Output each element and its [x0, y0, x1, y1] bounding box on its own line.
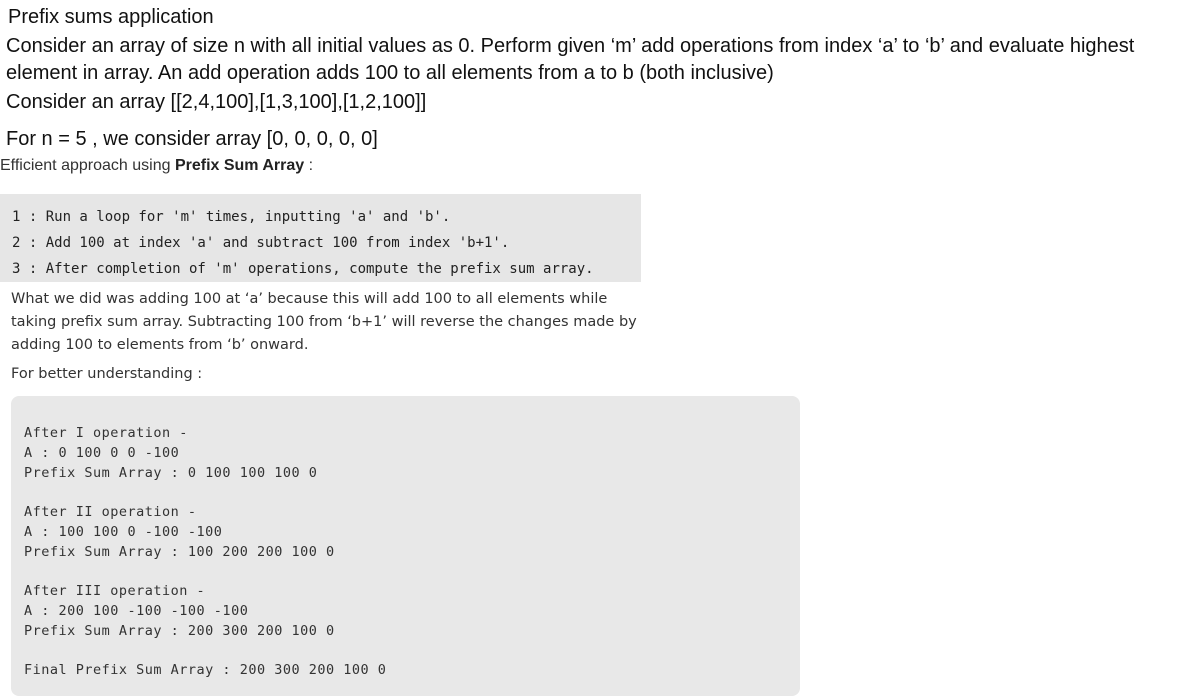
code-line-3: Prefix Sum Array : 0 100 100 100 0 — [24, 465, 318, 481]
problem-line-4: For n = 5 , we consider array [0, 0, 0, … — [6, 128, 378, 150]
problem-line-2: element in array. An add operation adds … — [6, 62, 774, 84]
better-understanding-label: For better understanding : — [11, 366, 203, 382]
problem-line-3: Consider an array [[2,4,100],[1,3,100],[… — [6, 91, 427, 113]
step-2: 2 : Add 100 at index 'a' and subtract 10… — [12, 235, 510, 251]
code-line-8: A : 200 100 -100 -100 -100 — [24, 603, 249, 619]
page-title: Prefix sums application — [8, 6, 214, 28]
approach-prefix: Efficient approach using — [0, 157, 175, 174]
explanation-line-2: taking prefix sum array. Subtracting 100… — [11, 314, 637, 330]
code-block: After I operation - A : 0 100 0 0 -100 P… — [11, 396, 800, 696]
steps-box: 1 : Run a loop for 'm' times, inputting … — [0, 194, 641, 282]
explanation: What we did was adding 100 at ‘a’ becaus… — [11, 288, 811, 357]
explanation-line-3: adding 100 to elements from ‘b’ onward. — [11, 337, 309, 353]
code-line-6: Prefix Sum Array : 100 200 200 100 0 — [24, 544, 335, 560]
step-3: 3 : After completion of 'm' operations, … — [12, 261, 594, 277]
code-line-4: After II operation - — [24, 504, 197, 520]
code-line-9: Prefix Sum Array : 200 300 200 100 0 — [24, 623, 335, 639]
problem-line-1: Consider an array of size n with all ini… — [6, 35, 1135, 57]
approach-suffix: : — [304, 157, 314, 174]
approach-bold: Prefix Sum Array — [174, 157, 305, 174]
approach-heading: Efficient approach using Prefix Sum Arra… — [0, 157, 313, 175]
code-line-7: After III operation - — [24, 583, 206, 599]
step-1: 1 : Run a loop for 'm' times, inputting … — [12, 209, 451, 225]
code-line-10: Final Prefix Sum Array : 200 300 200 100… — [24, 662, 387, 678]
code-line-5: A : 100 100 0 -100 -100 — [24, 524, 223, 540]
explanation-line-1: What we did was adding 100 at ‘a’ becaus… — [11, 291, 608, 307]
code-line-2: A : 0 100 0 0 -100 — [24, 445, 180, 461]
code-line-1: After I operation - — [24, 425, 188, 441]
